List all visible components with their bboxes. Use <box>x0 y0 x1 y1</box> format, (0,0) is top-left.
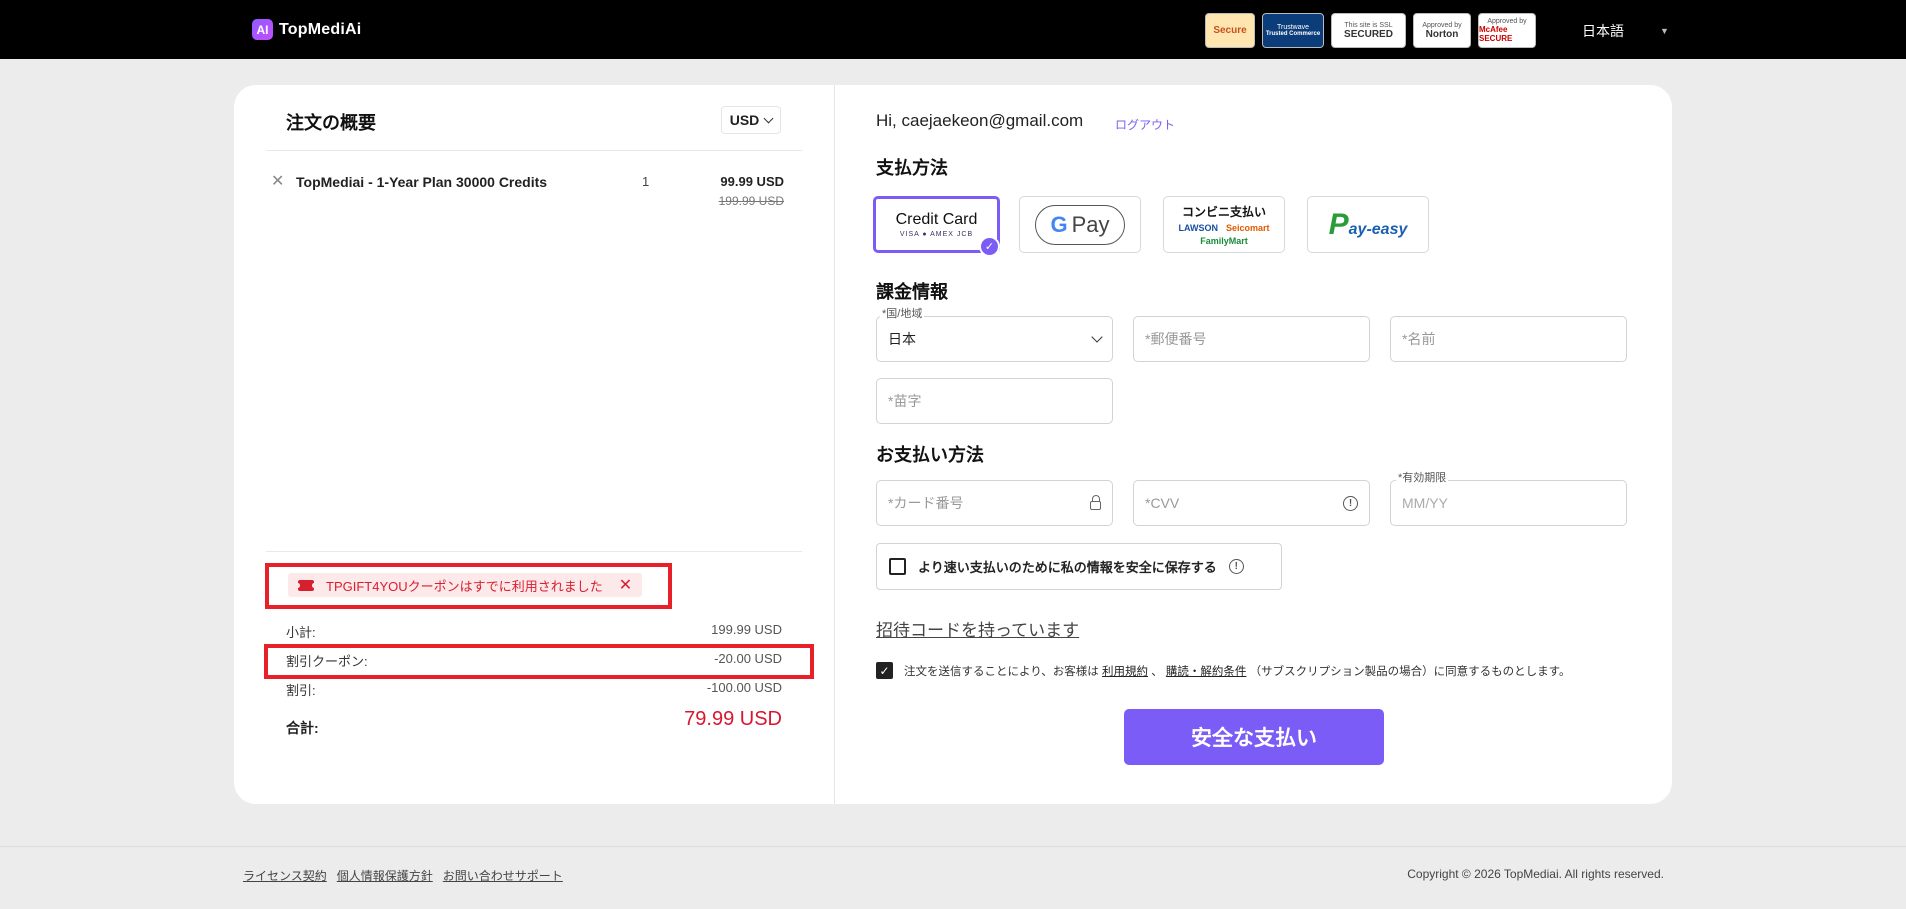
top-bar: AI TopMediAi Secure Trustwave Trusted Co… <box>0 0 1906 59</box>
coupon-discount-value: -20.00 USD <box>714 651 782 666</box>
card-number-input[interactable]: *カード番号 <box>876 480 1113 526</box>
subtotal-value: 199.99 USD <box>711 622 782 637</box>
terms-of-use-link[interactable]: 利用規約 <box>1102 666 1148 678</box>
subscription-terms-link[interactable]: 購読・解約条件 <box>1166 666 1247 678</box>
payeasy-logo: Pay-easy <box>1328 207 1408 241</box>
cvv-input[interactable]: *CVV ! <box>1133 480 1370 526</box>
currency-value: USD <box>729 112 760 128</box>
language-selector[interactable]: 日本語 ▼ <box>1582 21 1669 41</box>
konbini-label: コンビニ支払い <box>1181 205 1266 219</box>
security-badges: Secure Trustwave Trusted Commerce This s… <box>1205 13 1536 48</box>
caret-down-icon: ▼ <box>1660 26 1669 36</box>
save-info-option[interactable]: より速い支払いのために私の情報を安全に保存する ! <box>876 543 1282 590</box>
greeting: Hi, caejaekeon@gmail.com <box>876 111 1084 130</box>
footer-links: ライセンス契約 個人情報保護方針 お問い合わせサポート <box>243 867 563 884</box>
logo[interactable]: AI TopMediAi <box>252 19 361 40</box>
panel-divider <box>834 85 835 804</box>
product-name: TopMediai - 1-Year Plan 30000 Credits <box>296 174 548 190</box>
logo-text: TopMediAi <box>279 20 362 38</box>
selected-check-icon: ✓ <box>979 236 1000 257</box>
footer-divider <box>0 846 1906 847</box>
order-summary-title: 注文の概要 <box>286 113 376 133</box>
summary-divider-top <box>266 150 802 151</box>
remove-item-icon[interactable]: ✕ <box>271 171 284 191</box>
language-label: 日本語 <box>1582 23 1624 39</box>
save-info-checkbox[interactable] <box>889 558 906 575</box>
subtotal-label: 小計: <box>286 625 316 640</box>
save-info-label: より速い支払いのために私の情報を安全に保存する <box>918 560 1217 575</box>
total-label: 合計: <box>286 720 319 736</box>
country-value: 日本 <box>888 331 916 347</box>
coupon-message: TPGIFT4YOUクーポンはすでに利用されました ✕ <box>288 573 643 597</box>
billing-info-title: 課金情報 <box>876 282 948 302</box>
info-icon[interactable]: ! <box>1228 559 1244 574</box>
expiry-input[interactable]: MM/YY <box>1390 480 1627 526</box>
total-value: 79.99 USD <box>684 708 782 730</box>
norton-badge: Approved by Norton <box>1413 13 1471 48</box>
expiry-label: *有効期限 <box>1396 469 1449 485</box>
terms-text: 注文を送信することにより、お客様は 利用規約 、 購読・解約条件 （サブスクリプ… <box>904 666 1571 678</box>
credit-card-label: Credit Card <box>895 211 978 228</box>
card-brands-icon: VISA ● AMEX JCB <box>899 231 974 238</box>
last-name-input[interactable]: *苗字 <box>876 378 1113 424</box>
copyright: Copyright © 2026 TopMediai. All rights r… <box>1407 867 1664 881</box>
product-quantity: 1 <box>642 174 650 189</box>
privacy-policy-link[interactable]: 個人情報保護方針 <box>337 867 433 884</box>
invite-code-link[interactable]: 招待コードを持っています <box>876 616 1079 641</box>
postal-code-input[interactable]: *郵便番号 <box>1133 316 1370 362</box>
lock-icon <box>1090 495 1101 510</box>
chevron-down-icon <box>1091 331 1103 343</box>
secure-pay-button[interactable]: 安全な支払い <box>1124 709 1384 765</box>
card-payment-title: お支払い方法 <box>876 445 984 465</box>
product-price: 99.99 USD <box>720 174 784 189</box>
first-name-input[interactable]: *名前 <box>1390 316 1627 362</box>
terms-checkbox[interactable]: ✓ <box>876 662 893 679</box>
license-agreement-link[interactable]: ライセンス契約 <box>243 867 327 884</box>
discount-label: 割引: <box>286 683 316 698</box>
konbini-brands: LAWSON Seicomart <box>1178 223 1270 233</box>
country-label: *国/地域 <box>880 305 925 321</box>
logout-link[interactable]: ログアウト <box>1115 116 1175 133</box>
ticket-icon <box>296 579 316 591</box>
trustwave-badge[interactable]: Trustwave Trusted Commerce <box>1262 13 1324 48</box>
konbini-option[interactable]: コンビニ支払い LAWSON Seicomart FamilyMart <box>1163 196 1285 253</box>
discount-value: -100.00 USD <box>706 680 782 695</box>
secure-badge: Secure <box>1205 13 1255 48</box>
ssl-secured-badge: This site is SSL SECURED <box>1331 13 1406 48</box>
coupon-discount-label: 割引クーポン: <box>286 654 368 669</box>
product-old-price: 199.99 USD <box>718 194 784 208</box>
chevron-down-icon <box>763 113 774 123</box>
contact-support-link[interactable]: お問い合わせサポート <box>443 867 563 884</box>
payeasy-option[interactable]: Pay-easy <box>1307 196 1429 253</box>
google-pay-logo: G Pay <box>1035 204 1125 245</box>
google-pay-option[interactable]: G Pay <box>1019 196 1141 253</box>
country-select[interactable]: 日本 <box>876 316 1113 362</box>
logo-mark: AI <box>252 19 273 40</box>
summary-divider-bottom <box>266 551 802 552</box>
mcafee-badge: Approved by McAfee SECURE <box>1478 13 1536 48</box>
coupon-message-text: TPGIFT4YOUクーポンはすでに利用されました <box>326 578 603 594</box>
currency-select[interactable]: USD <box>721 106 781 134</box>
remove-coupon-icon[interactable]: ✕ <box>619 575 632 595</box>
info-icon[interactable]: ! <box>1343 495 1358 511</box>
payment-method-title: 支払方法 <box>876 158 948 178</box>
